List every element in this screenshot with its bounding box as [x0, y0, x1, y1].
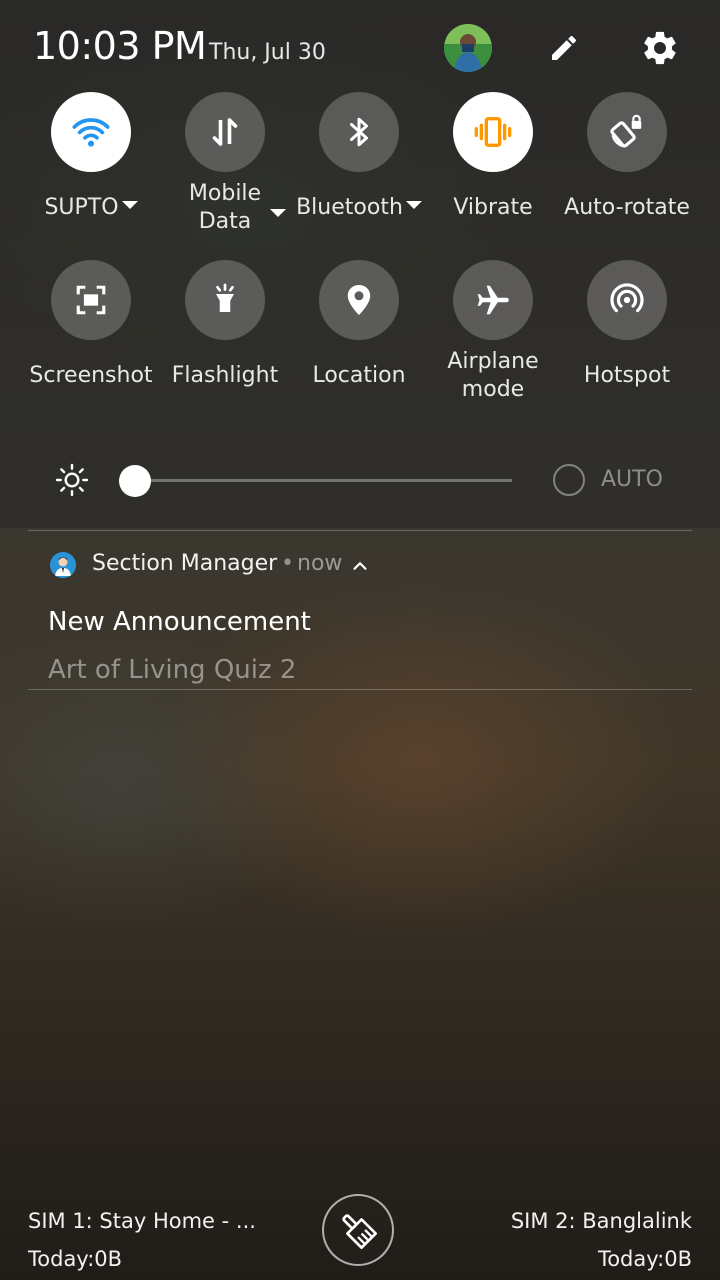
- auto-brightness-radio[interactable]: [553, 464, 585, 496]
- tile-bluetooth-label[interactable]: Bluetooth: [292, 194, 426, 222]
- tile-auto-rotate[interactable]: Auto-rotate: [560, 92, 694, 222]
- vibrate-icon: [474, 117, 512, 147]
- tile-screenshot-button[interactable]: [51, 260, 131, 340]
- pencil-icon: [552, 35, 577, 60]
- tile-vibrate[interactable]: Vibrate: [426, 92, 560, 222]
- sim1-usage: Today:0B: [28, 1247, 123, 1271]
- tile-location-button[interactable]: [319, 260, 399, 340]
- edit-button[interactable]: [540, 24, 588, 72]
- avatar-icon: [444, 24, 492, 72]
- notification-divider-bottom: [28, 689, 692, 690]
- sim2-name: SIM 2: Banglalink: [510, 1209, 692, 1233]
- airplane-icon: [477, 285, 509, 315]
- clock-time: 10:03 PM: [33, 24, 207, 68]
- app-icon: [50, 552, 76, 578]
- section-manager-app-icon: [50, 552, 76, 578]
- notification-text: Art of Living Quiz 2: [48, 655, 297, 685]
- tile-location-label[interactable]: Location: [292, 362, 426, 390]
- bluetooth-dropdown-icon[interactable]: [405, 201, 422, 209]
- flashlight-icon: [216, 283, 234, 312]
- tile-auto-rotate-label[interactable]: Auto-rotate: [560, 194, 694, 222]
- brightness-slider[interactable]: [134, 479, 512, 482]
- tile-vibrate-label[interactable]: Vibrate: [426, 194, 560, 222]
- tile-hotspot-button[interactable]: [587, 260, 667, 340]
- tile-screenshot[interactable]: Screenshot: [24, 260, 158, 390]
- tile-wifi-button[interactable]: [51, 92, 131, 172]
- tile-flashlight[interactable]: Flashlight: [158, 260, 292, 390]
- tile-airplane-mode-button[interactable]: [453, 260, 533, 340]
- tile-flashlight-button[interactable]: [185, 260, 265, 340]
- notification-separator: •: [281, 551, 294, 576]
- sim2-usage: Today:0B: [597, 1247, 692, 1271]
- clear-notifications-button[interactable]: [322, 1194, 394, 1266]
- clock-date[interactable]: Thu, Jul 30: [209, 40, 326, 65]
- tile-hotspot-label[interactable]: Hotspot: [560, 362, 694, 390]
- tile-mobile-data-button[interactable]: [185, 92, 265, 172]
- brightness-slider-thumb[interactable]: [119, 465, 151, 497]
- notification-time: now: [297, 551, 343, 576]
- wifi-network-name: SUPTO: [44, 195, 119, 220]
- brightness-icon: [55, 463, 89, 497]
- user-avatar[interactable]: [444, 24, 492, 72]
- mobile-data-icon: [212, 118, 238, 146]
- tile-wifi[interactable]: SUPTO: [24, 92, 158, 222]
- notification-title: New Announcement: [48, 607, 311, 637]
- tile-location[interactable]: Location: [292, 260, 426, 390]
- location-pin-icon: [347, 285, 371, 315]
- tile-wifi-label[interactable]: SUPTO: [24, 194, 158, 222]
- tile-screenshot-label[interactable]: Screenshot: [24, 362, 158, 390]
- gear-icon: [644, 31, 676, 65]
- airplane-label-line1: Airplane: [447, 349, 539, 374]
- screenshot-icon: [76, 285, 106, 315]
- wifi-dropdown-icon[interactable]: [121, 201, 138, 209]
- tile-hotspot[interactable]: Hotspot: [560, 260, 694, 390]
- bluetooth-label: Bluetooth: [296, 195, 403, 220]
- tile-airplane-mode[interactable]: Airplane mode: [426, 260, 560, 404]
- rotate-lock-icon: [610, 114, 642, 148]
- settings-button[interactable]: [636, 24, 684, 72]
- sim1-name: SIM 1: Stay Home - ...: [28, 1209, 256, 1233]
- hotspot-icon: [610, 283, 644, 313]
- broom-icon: [342, 1214, 378, 1250]
- tile-flashlight-label[interactable]: Flashlight: [158, 362, 292, 390]
- tile-vibrate-button[interactable]: [453, 92, 533, 172]
- tile-bluetooth[interactable]: Bluetooth: [292, 92, 426, 222]
- airplane-label-line2: mode: [461, 377, 525, 402]
- bluetooth-icon: [350, 117, 368, 147]
- wifi-icon: [72, 118, 110, 147]
- tile-airplane-mode-label[interactable]: Airplane mode: [426, 348, 560, 404]
- chevron-up-icon[interactable]: [349, 555, 371, 577]
- tile-auto-rotate-button[interactable]: [587, 92, 667, 172]
- tile-bluetooth-button[interactable]: [319, 92, 399, 172]
- mobile-data-dropdown-icon[interactable]: [270, 208, 286, 217]
- notification-app-name: Section Manager: [92, 551, 278, 576]
- auto-brightness-label[interactable]: AUTO: [601, 467, 663, 492]
- mobile-data-dropdown[interactable]: [270, 202, 286, 217]
- notification-divider-top: [28, 530, 692, 531]
